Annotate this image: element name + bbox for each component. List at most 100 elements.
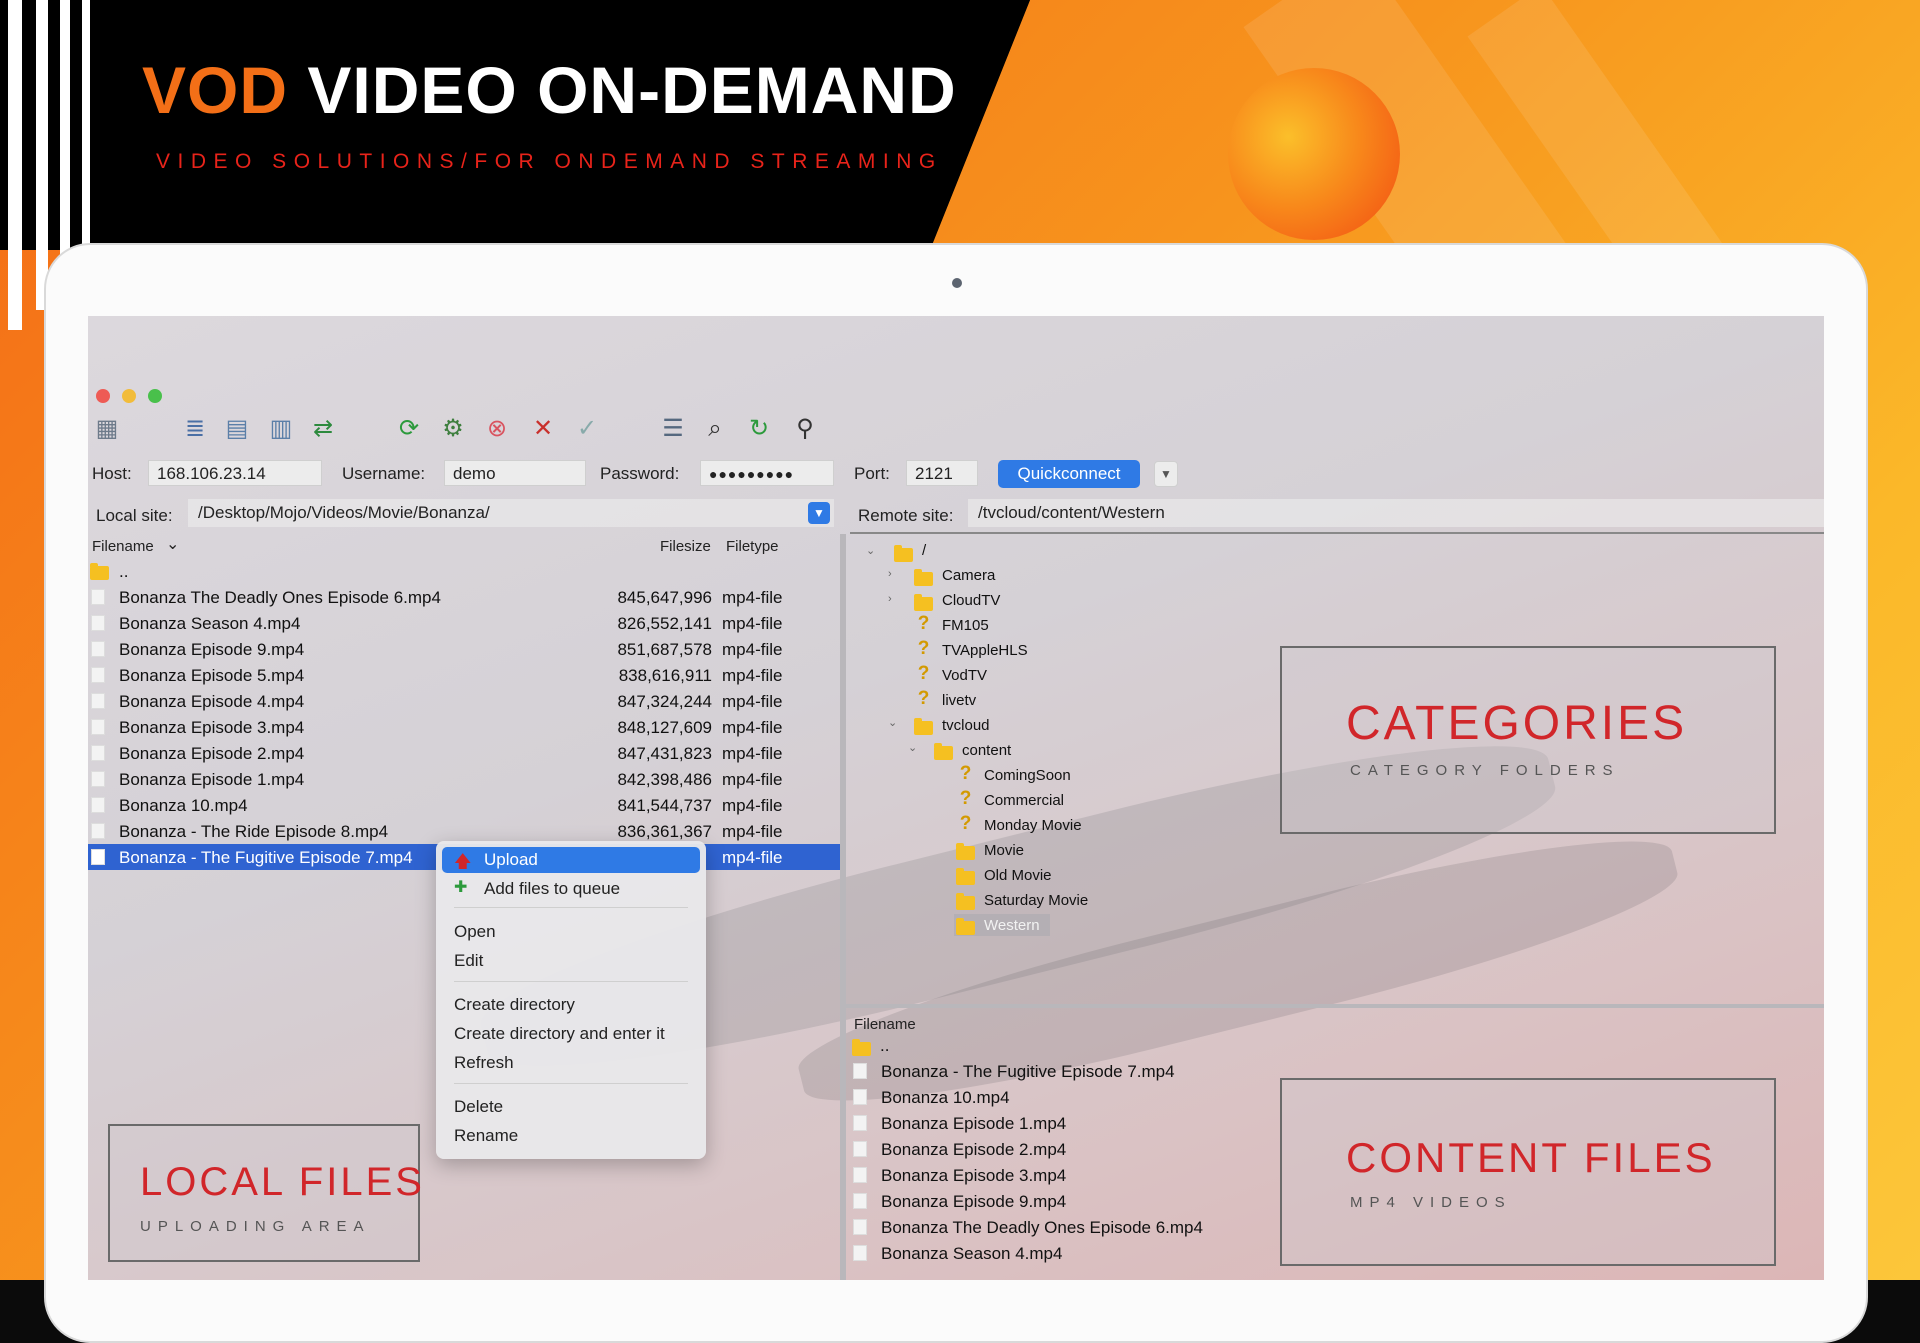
tree-item-fm105[interactable]: FM105	[942, 617, 989, 634]
tree-item-camera[interactable]: Camera	[942, 567, 995, 584]
menu-item-create-directory[interactable]: Create directory	[454, 995, 575, 1015]
menu-item-upload-label[interactable]: Upload	[484, 850, 538, 870]
toggle-log-icon[interactable]: ≣	[180, 414, 210, 444]
quickconnect-button[interactable]: Quickconnect	[998, 460, 1140, 488]
tree-item-comingsoon[interactable]: ComingSoon	[984, 767, 1071, 784]
categories-callout-title: CATEGORIES	[1346, 697, 1688, 750]
local-column-filesize[interactable]: Filesize	[660, 538, 711, 555]
toggle-remote-tree-icon[interactable]: ▥	[266, 414, 296, 444]
table-row[interactable]: Bonanza Episode 4.mp4 847,324,244 mp4-file	[88, 688, 840, 714]
table-row[interactable]: Bonanza Episode 2.mp4 847,431,823 mp4-file	[88, 740, 840, 766]
local-files-callout: LOCAL FILES UPLOADING AREA	[108, 1124, 422, 1262]
toggle-local-tree-icon[interactable]: ▤	[222, 414, 252, 444]
file-name: Bonanza Season 4.mp4	[881, 1244, 1063, 1263]
file-type: mp4-file	[722, 640, 783, 659]
disconnect-icon[interactable]: ✕	[528, 414, 558, 444]
username-input[interactable]: demo	[444, 460, 586, 486]
expand-chevron-icon[interactable]: ›	[888, 593, 892, 605]
menu-item-rename[interactable]: Rename	[454, 1126, 518, 1146]
file-size: 847,431,823	[617, 744, 712, 763]
transfer-queue-icon[interactable]: ⇄	[308, 414, 338, 444]
remote-site-label: Remote site:	[858, 506, 954, 525]
tree-item-western[interactable]: Western	[984, 917, 1040, 934]
tree-item-tvcloud[interactable]: tvcloud	[942, 717, 990, 734]
quickconnect-history-dropdown[interactable]: ▼	[1154, 461, 1178, 487]
menu-item-edit[interactable]: Edit	[454, 951, 483, 971]
page-title: VOD VIDEO ON-DEMAND	[142, 52, 957, 128]
expand-chevron-icon[interactable]: ›	[888, 568, 892, 580]
tree-item-movie[interactable]: Movie	[984, 842, 1024, 859]
tree-item-tvapplehls[interactable]: TVAppleHLS	[942, 642, 1028, 659]
port-input[interactable]: 2121	[906, 460, 978, 486]
host-label: Host:	[92, 464, 132, 483]
process-queue-icon[interactable]: ⚙	[438, 414, 468, 444]
close-window-button[interactable]	[96, 389, 110, 403]
table-row[interactable]: Bonanza Season 4.mp4 826,552,141 mp4-file	[88, 610, 840, 636]
site-manager-icon[interactable]: ▦	[92, 414, 122, 444]
tree-item-saturday-movie[interactable]: Saturday Movie	[984, 892, 1088, 909]
directory-listing-filter-icon[interactable]: ☰	[658, 414, 688, 444]
host-input[interactable]: 168.106.23.14	[148, 460, 322, 486]
file-icon	[91, 849, 105, 865]
tree-item-commercial[interactable]: Commercial	[984, 792, 1064, 809]
expand-chevron-icon[interactable]: ⌄	[866, 544, 875, 557]
sync-browse-icon[interactable]: ↻	[744, 414, 774, 444]
tree-item-monday-movie[interactable]: Monday Movie	[984, 817, 1082, 834]
refresh-icon[interactable]: ⟳	[394, 414, 424, 444]
table-row[interactable]: Bonanza Episode 9.mp4 851,687,578 mp4-file	[88, 636, 840, 662]
table-row[interactable]: Bonanza The Deadly Ones Episode 6.mp4 845…	[88, 584, 840, 610]
tree-item-old-movie[interactable]: Old Movie	[984, 867, 1052, 884]
remote-site-path[interactable]: /tvcloud/content/Western	[968, 499, 1824, 527]
local-column-filetype[interactable]: Filetype	[726, 538, 779, 555]
folder-icon	[956, 893, 975, 910]
menu-item-create-directory-enter[interactable]: Create directory and enter it	[454, 1024, 665, 1044]
menu-item-add-to-queue[interactable]: Add files to queue	[484, 879, 620, 899]
table-row[interactable]: Bonanza Episode 5.mp4 838,616,911 mp4-file	[88, 662, 840, 688]
local-site-dropdown[interactable]: ▼	[808, 502, 830, 524]
local-files-callout-subtitle: UPLOADING AREA	[140, 1218, 371, 1235]
tree-item-livetv[interactable]: livetv	[942, 692, 976, 709]
content-files-callout: CONTENT FILES MP4 VIDEOS	[1280, 1078, 1776, 1266]
cancel-icon[interactable]: ⊗	[482, 414, 512, 444]
sort-chevron-icon[interactable]: ⌄	[166, 534, 179, 554]
file-name: Bonanza The Deadly Ones Episode 6.mp4	[119, 588, 441, 607]
tree-item-root[interactable]: /	[922, 542, 926, 559]
list-item[interactable]: ..	[88, 558, 840, 584]
minimize-window-button[interactable]	[122, 389, 136, 403]
title-accent: VOD	[142, 53, 289, 127]
expand-chevron-icon[interactable]: ⌄	[908, 741, 917, 754]
remote-parent-directory[interactable]: ..	[880, 1036, 889, 1056]
tree-item-cloudtv[interactable]: CloudTV	[942, 592, 1000, 609]
menu-item-upload[interactable]	[442, 847, 700, 873]
password-label: Password:	[600, 464, 680, 483]
categories-callout-subtitle: CATEGORY FOLDERS	[1350, 762, 1620, 779]
remote-column-filename[interactable]: Filename	[854, 1016, 916, 1033]
menu-item-refresh[interactable]: Refresh	[454, 1053, 514, 1073]
table-row[interactable]: Bonanza 10.mp4 841,544,737 mp4-file	[88, 792, 840, 818]
expand-chevron-icon[interactable]: ⌄	[888, 716, 897, 729]
file-size: 847,324,244	[617, 692, 712, 711]
content-files-callout-subtitle: MP4 VIDEOS	[1350, 1194, 1512, 1211]
menu-item-delete[interactable]: Delete	[454, 1097, 503, 1117]
file-icon	[91, 615, 105, 631]
password-input[interactable]: ●●●●●●●●●	[700, 460, 834, 486]
table-row[interactable]: Bonanza Episode 3.mp4 848,127,609 mp4-file	[88, 714, 840, 740]
menu-separator	[454, 907, 688, 908]
remote-pane-splitter[interactable]	[846, 1004, 1824, 1008]
compare-icon[interactable]: ⌕	[700, 414, 730, 444]
search-icon[interactable]: ⚲	[790, 414, 820, 444]
tree-item-content[interactable]: content	[962, 742, 1011, 759]
file-size: 826,552,141	[617, 614, 712, 633]
tree-item-vodtv[interactable]: VodTV	[942, 667, 987, 684]
menu-separator	[454, 1083, 688, 1084]
file-type: mp4-file	[722, 666, 783, 685]
local-site-path[interactable]: /Desktop/Mojo/Videos/Movie/Bonanza/	[188, 499, 834, 527]
table-row[interactable]: Bonanza Episode 1.mp4 842,398,486 mp4-file	[88, 766, 840, 792]
menu-item-open[interactable]: Open	[454, 922, 496, 942]
reconnect-icon[interactable]: ✓	[572, 414, 602, 444]
local-column-filename[interactable]: Filename	[92, 538, 154, 555]
zoom-window-button[interactable]	[148, 389, 162, 403]
sun-circle	[1228, 68, 1400, 240]
pane-divider-vertical[interactable]	[840, 534, 846, 1280]
file-type: mp4-file	[722, 744, 783, 763]
